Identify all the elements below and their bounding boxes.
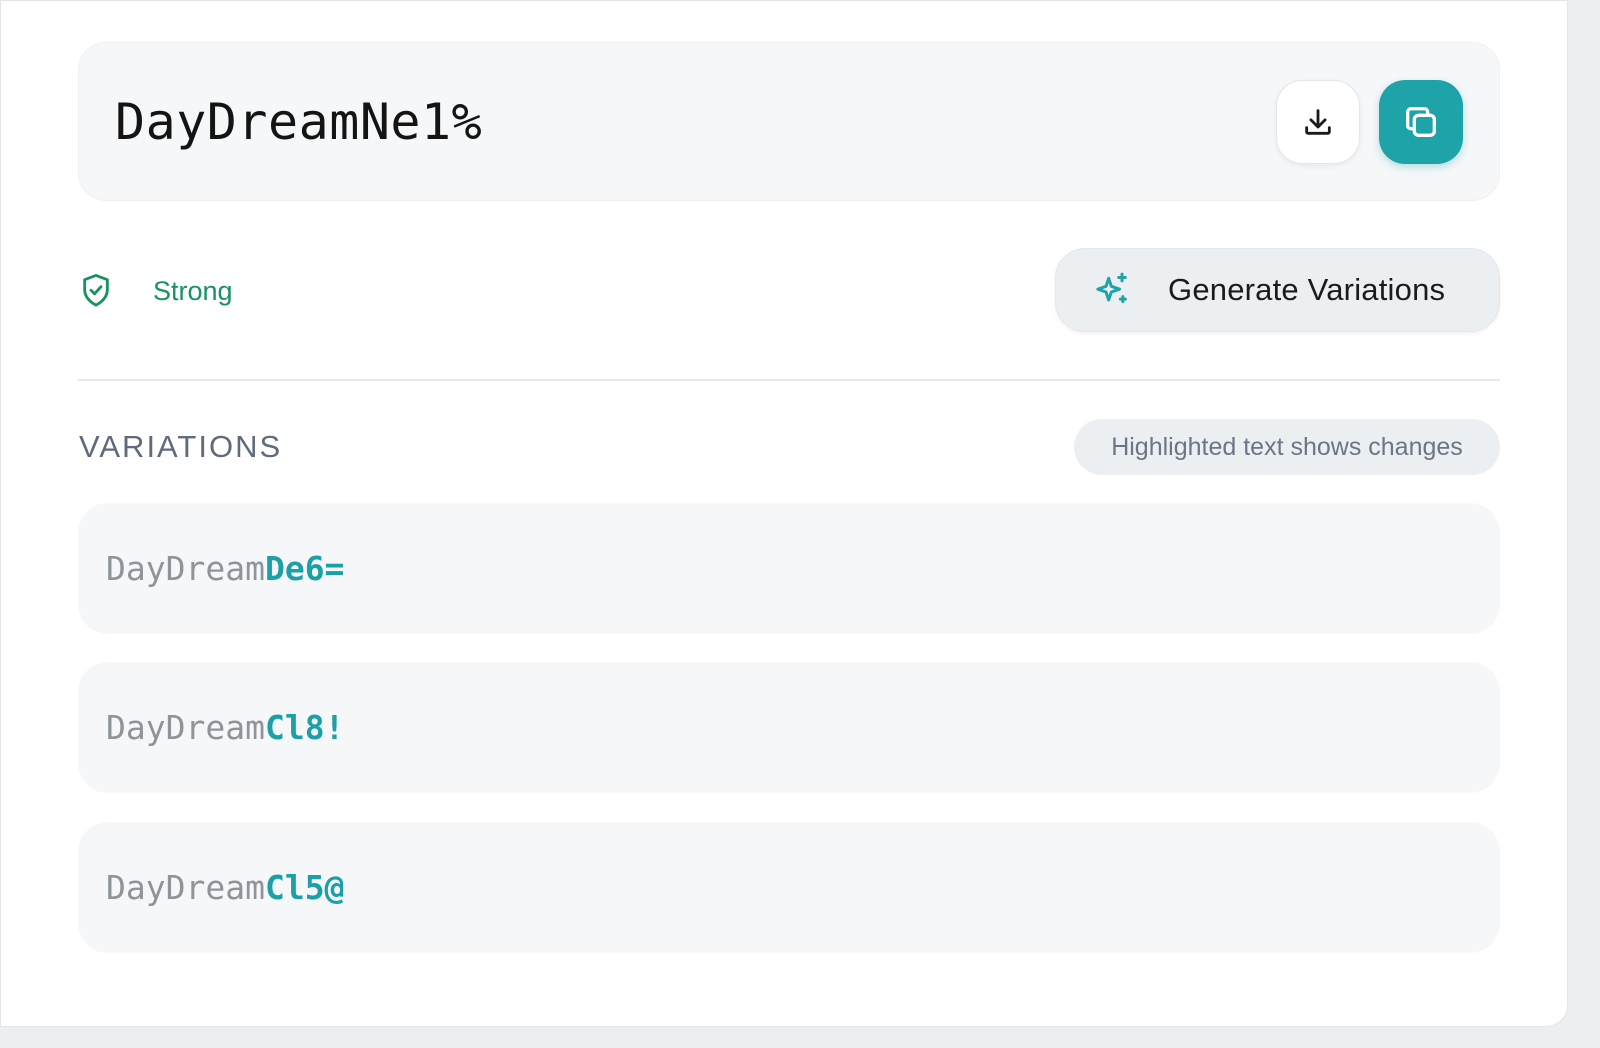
variation-item[interactable]: DayDreamCl5@ <box>78 822 1500 953</box>
variation-item[interactable]: DayDreamCl8! <box>78 662 1500 793</box>
generate-variations-button[interactable]: Generate Variations <box>1055 248 1500 332</box>
download-button[interactable] <box>1276 80 1360 164</box>
variation-changed-text: De6= <box>264 549 345 588</box>
variation-changed-text: Cl5@ <box>264 868 345 907</box>
generated-password[interactable]: DayDreamNe1% <box>115 93 482 151</box>
variation-changed-text: Cl8! <box>264 708 345 747</box>
variation-base-text: DayDream <box>106 868 265 907</box>
variation-text: DayDreamCl8! <box>106 708 344 748</box>
strength-label: Strong <box>153 275 233 306</box>
variation-text: DayDreamCl5@ <box>106 868 344 908</box>
copy-icon <box>1406 107 1436 137</box>
password-card: DayDreamNe1% Strong Generate Variations … <box>0 0 1568 1027</box>
copy-button[interactable] <box>1379 80 1463 164</box>
shield-check-icon <box>83 273 109 307</box>
download-icon <box>1305 109 1331 135</box>
strength-indicator: Strong <box>79 269 233 313</box>
changes-hint-badge: Highlighted text shows changes <box>1074 419 1500 475</box>
generate-variations-label: Generate Variations <box>1168 272 1446 307</box>
section-divider <box>78 379 1500 381</box>
variation-text: DayDreamDe6= <box>106 549 344 589</box>
variation-base-text: DayDream <box>106 708 265 747</box>
sparkles-icon <box>1096 272 1127 304</box>
variation-base-text: DayDream <box>106 549 265 588</box>
variation-item[interactable]: DayDreamDe6= <box>78 503 1500 634</box>
variations-heading: VARIATIONS <box>79 429 283 464</box>
generated-password-panel: DayDreamNe1% <box>78 42 1500 201</box>
